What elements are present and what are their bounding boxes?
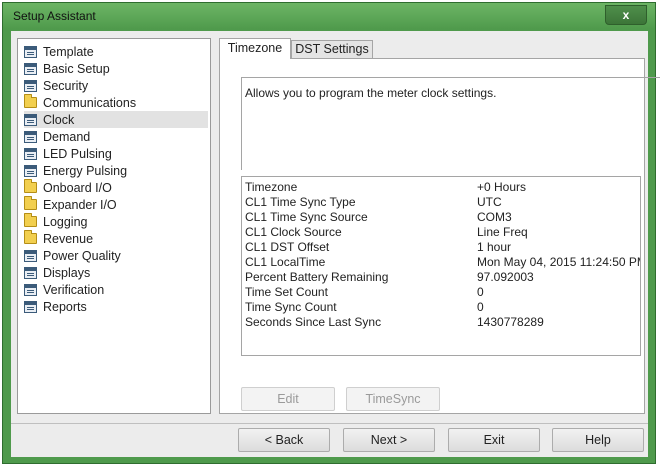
tree-item-label: Energy Pulsing <box>43 163 128 178</box>
tree-item-communications[interactable]: Communications <box>24 94 208 111</box>
tree-item-label: LED Pulsing <box>43 146 112 161</box>
tree-item-onboard-i-o[interactable]: Onboard I/O <box>24 179 208 196</box>
tree-item-label: Power Quality <box>43 248 121 263</box>
tree-item-label: Security <box>43 78 89 93</box>
tree-item-label: Reports <box>43 299 87 314</box>
exit-button[interactable]: Exit <box>448 428 540 452</box>
setting-value: 0 <box>477 285 484 299</box>
setting-name: CL1 Time Sync Source <box>245 210 368 224</box>
tree-item-revenue[interactable]: Revenue <box>24 230 208 247</box>
tab-dst-settings[interactable]: DST Settings <box>291 40 373 58</box>
setting-name: Time Set Count <box>245 285 328 299</box>
timezone-tab-panel: Allows you to program the meter clock se… <box>219 58 660 414</box>
page-icon <box>24 283 37 296</box>
tab-timezone[interactable]: Timezone <box>219 38 291 59</box>
page-icon <box>24 79 37 92</box>
page-icon <box>24 113 37 126</box>
tree-item-logging[interactable]: Logging <box>24 213 208 230</box>
tree-item-label: Basic Setup <box>43 61 110 76</box>
dialog-client-area: Template Basic Setup Security Communication… <box>11 31 660 457</box>
tree-item-label: Demand <box>43 129 91 144</box>
tree-item-label: Expander I/O <box>43 197 117 212</box>
setting-value: 97.092003 <box>477 270 534 284</box>
setting-value: COM3 <box>477 210 512 224</box>
setting-value: 1430778289 <box>477 315 544 329</box>
tree-item-verification[interactable]: Verification <box>24 281 208 298</box>
settings-row[interactable]: CL1 LocalTime Mon May 04, 2015 11:24:50 P… <box>242 255 640 270</box>
close-icon: x <box>622 8 630 22</box>
tree-item-displays[interactable]: Displays <box>24 264 208 281</box>
settings-row[interactable]: Time Sync Count 0 <box>242 300 640 315</box>
setting-value: 1 hour <box>477 240 512 254</box>
setting-name: Seconds Since Last Sync <box>245 315 382 329</box>
setting-value: +0 Hours <box>477 180 527 194</box>
folder-icon <box>24 94 37 108</box>
page-icon <box>24 147 37 160</box>
settings-tree: Template Basic Setup Security Communication… <box>17 38 211 414</box>
next-button[interactable]: Next > <box>343 428 435 452</box>
settings-row[interactable]: CL1 Time Sync Source COM3 <box>242 210 640 225</box>
settings-row[interactable]: Timezone +0 Hours <box>242 180 640 195</box>
setting-name: Time Sync Count <box>245 300 337 314</box>
tree-item-label: Revenue <box>43 231 94 246</box>
tree-item-template[interactable]: Template <box>24 43 208 60</box>
setting-name: CL1 Clock Source <box>245 225 342 239</box>
tree-item-label: Onboard I/O <box>43 180 112 195</box>
description-text: Allows you to program the meter clock se… <box>245 86 497 100</box>
description-box: Allows you to program the meter clock se… <box>241 77 660 170</box>
back-button[interactable]: < Back <box>238 428 330 452</box>
page-icon <box>24 45 37 58</box>
setting-value: UTC <box>477 195 502 209</box>
folder-icon <box>24 196 37 210</box>
page-icon <box>24 164 37 177</box>
settings-row[interactable]: CL1 Clock Source Line Freq <box>242 225 640 240</box>
setting-name: CL1 Time Sync Type <box>245 195 356 209</box>
tree-item-security[interactable]: Security <box>24 77 208 94</box>
page-icon <box>24 130 37 143</box>
tree-item-basic-setup[interactable]: Basic Setup <box>24 60 208 77</box>
setting-value: Mon May 04, 2015 11:24:50 PM <box>477 255 641 269</box>
setting-name: CL1 DST Offset <box>245 240 330 254</box>
window-title: Setup Assistant <box>13 9 96 23</box>
folder-icon <box>24 230 37 244</box>
page-icon <box>24 266 37 279</box>
tree-item-label: Template <box>43 44 94 59</box>
settings-row[interactable]: CL1 Time Sync Type UTC <box>242 195 640 210</box>
footer-divider <box>11 423 648 424</box>
setting-name: Percent Battery Remaining <box>245 270 389 284</box>
setup-assistant-window: Setup Assistant x Template Basic Setup Sec… <box>2 2 660 464</box>
tree-item-led-pulsing[interactable]: LED Pulsing <box>24 145 208 162</box>
clock-settings-list[interactable]: Timezone +0 Hours CL1 Time Sync Type UTC CL1… <box>241 176 641 356</box>
tree-item-label: Communications <box>43 95 137 110</box>
title-bar[interactable]: Setup Assistant x <box>3 3 655 29</box>
page-icon <box>24 300 37 313</box>
setting-value: 0 <box>477 300 484 314</box>
tree-item-label: Logging <box>43 214 88 229</box>
setting-name: Timezone <box>245 180 298 194</box>
settings-row[interactable]: CL1 DST Offset 1 hour <box>242 240 640 255</box>
tree-item-energy-pulsing[interactable]: Energy Pulsing <box>24 162 208 179</box>
page-icon <box>24 62 37 75</box>
settings-row[interactable]: Percent Battery Remaining 97.092003 <box>242 270 640 285</box>
setting-name: CL1 LocalTime <box>245 255 326 269</box>
edit-button[interactable]: Edit <box>241 387 335 411</box>
help-button[interactable]: Help <box>552 428 644 452</box>
tree-item-expander-i-o[interactable]: Expander I/O <box>24 196 208 213</box>
tab-control: Timezone DST Settings Allows you to prog… <box>219 38 660 414</box>
folder-icon <box>24 179 37 193</box>
page-icon <box>24 249 37 262</box>
tree-item-power-quality[interactable]: Power Quality <box>24 247 208 264</box>
folder-icon <box>24 213 37 227</box>
settings-row[interactable]: Seconds Since Last Sync 1430778289 <box>242 315 640 330</box>
tree-item-reports[interactable]: Reports <box>24 298 208 315</box>
settings-row[interactable]: Time Set Count 0 <box>242 285 640 300</box>
setting-value: Line Freq <box>477 225 528 239</box>
tree-item-label: Clock <box>43 112 75 127</box>
tree-item-label: Verification <box>43 282 105 297</box>
timesync-button[interactable]: TimeSync <box>346 387 440 411</box>
tree-item-clock[interactable]: Clock <box>24 111 208 128</box>
tree-item-demand[interactable]: Demand <box>24 128 208 145</box>
tree-item-label: Displays <box>43 265 91 280</box>
close-button[interactable]: x <box>605 5 647 25</box>
